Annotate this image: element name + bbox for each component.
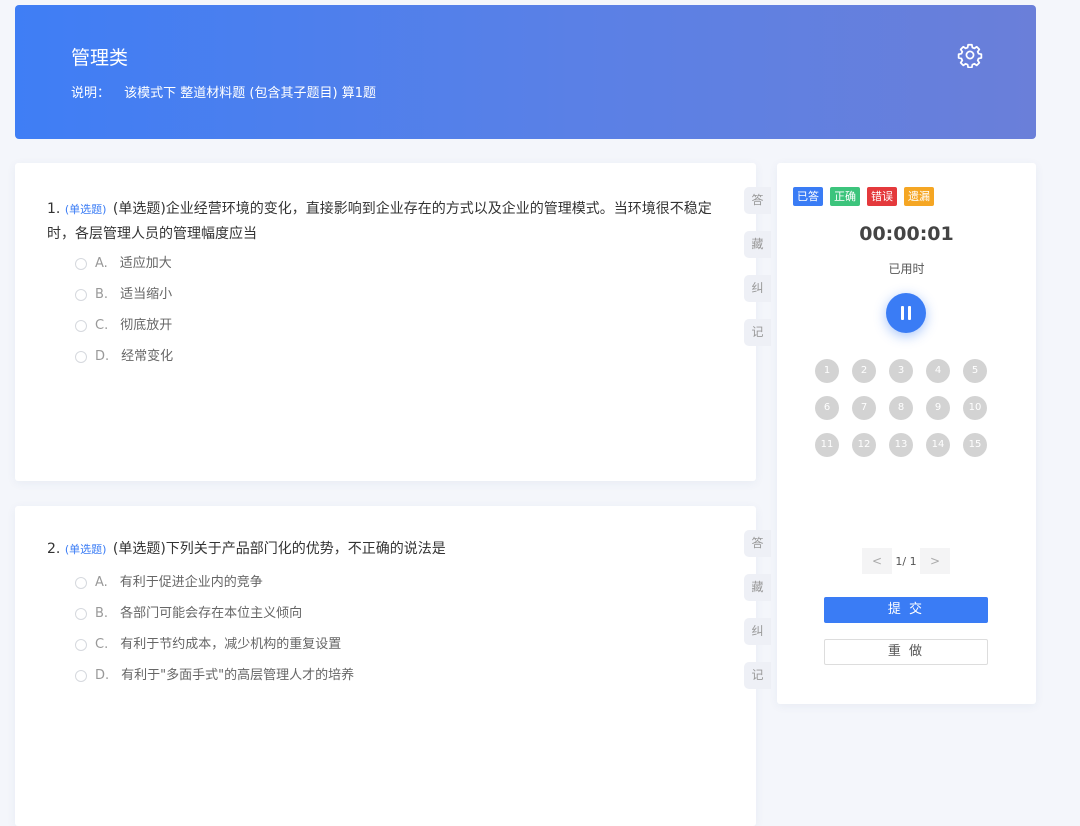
question-text: (单选题)企业经营环境的变化，直接影响到企业存在的方式以及企业的管理模式。当环境… (47, 201, 712, 242)
option-c[interactable]: C. 彻底放开 (75, 316, 172, 336)
answer-sheet-panel: 已答 正确 错误 遗漏 00:00:01 已用时 1 2 3 4 5 6 7 8 9 10 11 12… (777, 163, 1036, 704)
question-number-button[interactable]: 8 (889, 396, 913, 420)
radio-icon[interactable] (75, 289, 87, 301)
question-number: 2. (47, 541, 61, 557)
option-letter: C. (95, 637, 109, 652)
option-text: 各部门可能会存在本位主义倾向 (120, 606, 303, 621)
prev-page-button[interactable]: < (862, 548, 892, 574)
question-type-tag: (单选题) (64, 203, 107, 216)
question-number-button[interactable]: 15 (963, 433, 987, 457)
question-number-button[interactable]: 4 (926, 359, 950, 383)
option-b[interactable]: B. 适当缩小 (75, 285, 172, 305)
submit-button[interactable]: 提 交 (824, 597, 988, 623)
report-error-button[interactable]: 纠 (744, 618, 771, 645)
option-d[interactable]: D. 有利于"多面手式"的高层管理人才的培养 (75, 666, 354, 686)
option-text: 有利于促进企业内的竞争 (119, 575, 263, 590)
question-card-2: 2. (单选题) (单选题)下列关于产品部门化的优势，不正确的说法是 A. 有利… (15, 506, 771, 826)
option-letter: A. (95, 256, 108, 271)
question-text: (单选题)下列关于产品部门化的优势，不正确的说法是 (112, 541, 446, 557)
question-number-button[interactable]: 11 (815, 433, 839, 457)
question-number-button[interactable]: 7 (852, 396, 876, 420)
radio-icon[interactable] (75, 258, 87, 270)
note-button[interactable]: 记 (744, 319, 771, 346)
redo-button[interactable]: 重 做 (824, 639, 988, 665)
option-letter: B. (95, 606, 109, 621)
question-number: 1. (47, 201, 61, 217)
radio-icon[interactable] (75, 608, 87, 620)
question-number-button[interactable]: 14 (926, 433, 950, 457)
elapsed-timer: 00:00:01 (859, 223, 954, 245)
option-letter: A. (95, 575, 108, 590)
question-number-button[interactable]: 13 (889, 433, 913, 457)
answer-button[interactable]: 答 (744, 187, 771, 214)
radio-icon[interactable] (75, 577, 87, 589)
mode-description: 说明： 该模式下 整道材料题 (包含其子题目) 算1题 (71, 82, 376, 101)
option-c[interactable]: C. 有利于节约成本，减少机构的重复设置 (75, 635, 341, 655)
pause-icon (908, 306, 911, 320)
answer-button[interactable]: 答 (744, 530, 771, 557)
timer-label: 已用时 (888, 262, 925, 276)
radio-icon[interactable] (75, 670, 87, 682)
question-card-1: 1. (单选题) (单选题)企业经营环境的变化，直接影响到企业存在的方式以及企业… (15, 163, 771, 481)
question-number-button[interactable]: 9 (926, 396, 950, 420)
option-text: 彻底放开 (120, 318, 173, 333)
description-label: 说明： (71, 86, 111, 101)
option-letter: C. (95, 318, 109, 333)
option-text: 有利于"多面手式"的高层管理人才的培养 (121, 668, 355, 683)
question-number-button[interactable]: 3 (889, 359, 913, 383)
status-legend: 已答 正确 错误 遗漏 (793, 187, 934, 206)
question-number-button[interactable]: 10 (963, 396, 987, 420)
option-d[interactable]: D. 经常变化 (75, 347, 173, 367)
legend-wrong: 错误 (867, 187, 897, 206)
header-banner: 管理类 说明： 该模式下 整道材料题 (包含其子题目) 算1题 (15, 5, 1036, 139)
note-button[interactable]: 记 (744, 662, 771, 689)
option-b[interactable]: B. 各部门可能会存在本位主义倾向 (75, 604, 302, 624)
radio-icon[interactable] (75, 351, 87, 363)
question-number-button[interactable]: 6 (815, 396, 839, 420)
next-page-button[interactable]: > (920, 548, 950, 574)
page-info: 1/ 1 (895, 554, 917, 568)
bookmark-button[interactable]: 藏 (744, 574, 771, 601)
option-text: 适当缩小 (120, 287, 173, 302)
legend-missed: 遗漏 (904, 187, 934, 206)
option-letter: D. (95, 349, 110, 364)
gear-icon[interactable] (957, 42, 983, 68)
option-letter: D. (95, 668, 110, 683)
option-text: 适应加大 (119, 256, 172, 271)
option-a[interactable]: A. 有利于促进企业内的竞争 (75, 573, 263, 593)
legend-correct: 正确 (830, 187, 860, 206)
option-text: 经常变化 (121, 349, 174, 364)
question-number-button[interactable]: 1 (815, 359, 839, 383)
question-number-button[interactable]: 12 (852, 433, 876, 457)
question-number-button[interactable]: 2 (852, 359, 876, 383)
question-type-tag: (单选题) (64, 543, 107, 556)
option-a[interactable]: A. 适应加大 (75, 254, 172, 274)
option-text: 有利于节约成本，减少机构的重复设置 (120, 637, 342, 652)
pause-button[interactable] (886, 293, 926, 333)
radio-icon[interactable] (75, 320, 87, 332)
question-stem: 1. (单选题) (单选题)企业经营环境的变化，直接影响到企业存在的方式以及企业… (47, 197, 712, 246)
option-letter: B. (95, 287, 109, 302)
question-stem: 2. (单选题) (单选题)下列关于产品部门化的优势，不正确的说法是 (47, 537, 712, 562)
pause-icon (901, 306, 904, 320)
report-error-button[interactable]: 纠 (744, 275, 771, 302)
question-number-button[interactable]: 5 (963, 359, 987, 383)
bookmark-button[interactable]: 藏 (744, 231, 771, 258)
description-text: 该模式下 整道材料题 (包含其子题目) 算1题 (124, 86, 376, 101)
pagination: < 1/ 1 > (862, 548, 950, 574)
legend-answered: 已答 (793, 187, 823, 206)
page-title: 管理类 (71, 47, 129, 69)
radio-icon[interactable] (75, 639, 87, 651)
question-number-grid: 1 2 3 4 5 6 7 8 9 10 11 12 13 14 15 (815, 359, 997, 457)
